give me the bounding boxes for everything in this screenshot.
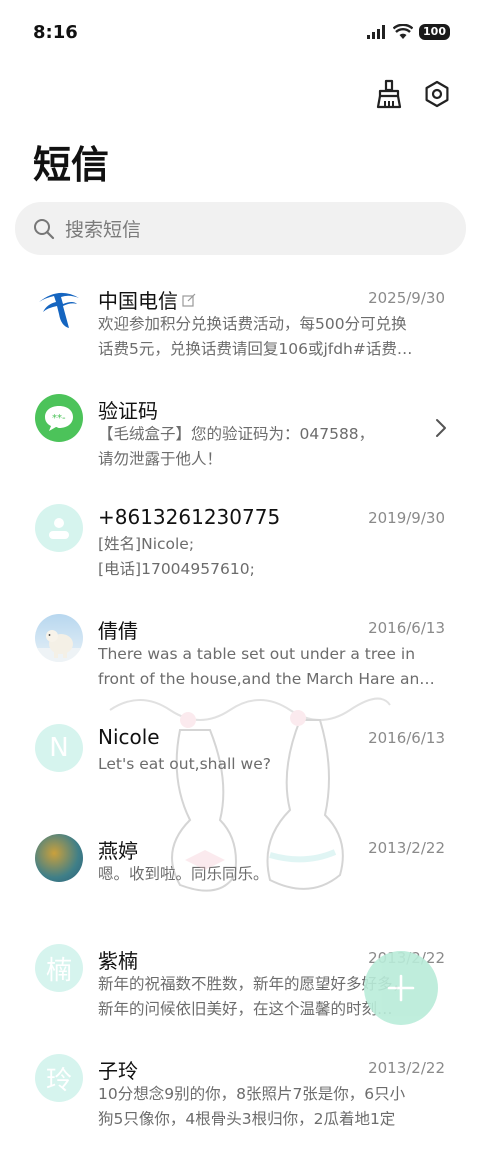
svg-text:**-: **- — [52, 413, 66, 424]
conversation-date: 2016/6/13 — [368, 729, 445, 747]
sender-name: 倩倩 — [98, 619, 138, 643]
edit-draft-icon — [182, 293, 196, 307]
sender-name: Nicole — [98, 725, 160, 749]
status-bar: 8:16 100 — [0, 0, 480, 68]
chevron-right-icon[interactable] — [435, 418, 447, 438]
search-input[interactable]: 搜索短信 — [15, 202, 466, 255]
conversation-name: Nicole — [98, 725, 160, 749]
conversation-item[interactable]: 燕婷 2013/2/22 嗯。收到啦。同乐同乐。 — [0, 820, 480, 930]
conversation-item[interactable]: 中国电信 2025/9/30 欢迎参加积分兑换话费活动，每500分可兑换 话费5… — [0, 270, 480, 380]
landscape-photo-avatar — [35, 834, 83, 882]
conversation-name: 验证码 — [98, 395, 158, 424]
conversation-item[interactable]: N Nicole 2016/6/13 Let's eat out,shall w… — [0, 710, 480, 820]
preview-line: front of the house,and the March Hare an… — [98, 670, 435, 688]
message-preview: There was a table set out under a tree i… — [98, 642, 444, 692]
preview-line: 10分想念9别的你，8张照片7张是你，6只小 — [98, 1085, 406, 1103]
preview-line: 嗯。收到啦。同乐同乐。 — [98, 865, 269, 883]
status-icons: 100 — [367, 24, 450, 40]
preview-line: 话费5元，兑换话费请回复106或jfdh#话费… — [98, 340, 413, 358]
conversation-name: 中国电信 — [98, 285, 196, 314]
signal-icon — [367, 25, 386, 39]
preview-line: 【毛绒盒子】您的验证码为：047588， — [98, 425, 375, 443]
conversation-date: 2025/9/30 — [368, 289, 445, 307]
preview-line: 欢迎参加积分兑换话费活动，每500分可兑换 — [98, 315, 407, 333]
message-preview: Let's eat out,shall we? — [98, 752, 444, 777]
conversation-name: +8613261230775 — [98, 505, 280, 529]
message-preview: [姓名]Nicole; [电话]17004957610; — [98, 532, 444, 582]
conversation-date: 2019/9/30 — [368, 509, 445, 527]
sender-name: 紫楠 — [98, 949, 138, 973]
contact-initial-avatar: 玲 — [35, 1054, 83, 1102]
conversation-item[interactable]: 倩倩 2016/6/13 There was a table set out u… — [0, 600, 480, 710]
broom-icon — [376, 79, 402, 109]
conversation-name: 倩倩 — [98, 615, 138, 644]
sender-name: 验证码 — [98, 399, 158, 423]
conversation-name: 燕婷 — [98, 835, 138, 864]
contact-person-avatar — [35, 504, 83, 552]
preview-line: 请勿泄露于他人！ — [98, 450, 223, 468]
search-placeholder: 搜索短信 — [65, 219, 142, 241]
top-actions — [374, 78, 452, 110]
gear-icon — [425, 80, 449, 108]
preview-line: [姓名]Nicole; — [98, 535, 195, 553]
wifi-icon — [393, 24, 414, 39]
conversation-date: 2013/2/22 — [368, 1059, 445, 1077]
contact-initial-avatar: 楠 — [35, 944, 83, 992]
search-icon — [34, 218, 55, 239]
page-title: 短信 — [33, 143, 110, 187]
conversation-item[interactable]: +8613261230775 2019/9/30 [姓名]Nicole; [电话… — [0, 490, 480, 600]
china-telecom-logo — [35, 284, 83, 332]
conversation-name: 紫楠 — [98, 945, 138, 974]
status-time: 8:16 — [33, 22, 78, 43]
message-preview: 【毛绒盒子】您的验证码为：047588， 请勿泄露于他人！ — [98, 422, 444, 472]
polar-bear-photo-avatar — [35, 614, 83, 662]
verification-code-icon: **- — [35, 394, 83, 442]
preview-line: [电话]17004957610; — [98, 560, 255, 578]
battery-indicator: 100 — [419, 24, 450, 40]
clean-broom-button[interactable] — [374, 78, 404, 110]
new-message-button[interactable] — [364, 951, 438, 1025]
settings-button[interactable] — [422, 78, 452, 110]
conversation-date: 2013/2/22 — [368, 839, 445, 857]
preview-line: 狗5只像你，4根骨头3根归你，2瓜着地1定 — [98, 1110, 396, 1128]
preview-line: Let's eat out,shall we? — [98, 755, 271, 773]
conversation-name: 子玲 — [98, 1055, 138, 1084]
contact-initial-avatar: N — [35, 724, 83, 772]
message-preview: 嗯。收到啦。同乐同乐。 — [98, 862, 444, 887]
message-preview: 欢迎参加积分兑换话费活动，每500分可兑换 话费5元，兑换话费请回复106或jf… — [98, 312, 444, 362]
conversation-item[interactable]: 玲 子玲 2013/2/22 10分想念9别的你，8张照片7张是你，6只小 狗5… — [0, 1040, 480, 1150]
conversation-item[interactable]: **- 验证码 【毛绒盒子】您的验证码为：047588， 请勿泄露于他人！ — [0, 380, 480, 490]
plus-icon — [387, 974, 415, 1002]
preview-line: There was a table set out under a tree i… — [98, 645, 416, 663]
sender-name: 子玲 — [98, 1059, 138, 1083]
sender-name: +8613261230775 — [98, 505, 281, 529]
sender-name: 燕婷 — [98, 839, 138, 863]
conversation-date: 2016/6/13 — [368, 619, 445, 637]
sender-name: 中国电信 — [98, 289, 178, 313]
message-preview: 10分想念9别的你，8张照片7张是你，6只小 狗5只像你，4根骨头3根归你，2瓜… — [98, 1082, 444, 1132]
